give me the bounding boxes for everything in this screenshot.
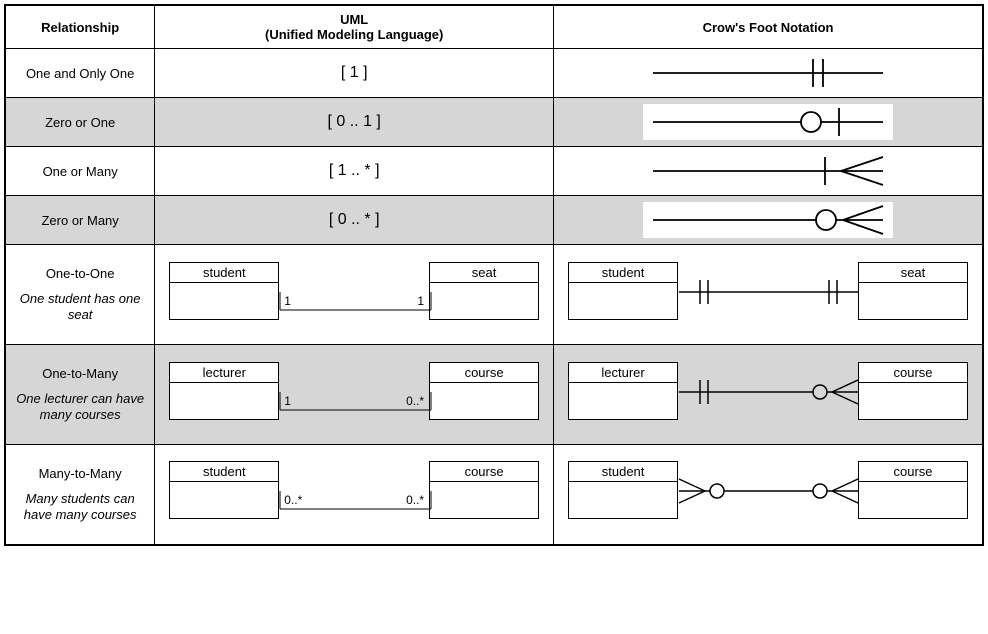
uml-card-right: 0..* bbox=[406, 394, 424, 408]
crowfoot-diagram: student course bbox=[554, 445, 983, 545]
header-crowfoot: Crow's Foot Notation bbox=[554, 5, 983, 49]
uml-diagram: student course 0..* 0..* bbox=[155, 445, 554, 545]
uml-card-left: 1 bbox=[284, 394, 291, 408]
row-one-to-one: One-to-One One student has one seat stud… bbox=[5, 245, 983, 345]
row-one-and-only-one: One and Only One [ 1 ] bbox=[5, 49, 983, 98]
uml-card-right: 0..* bbox=[406, 493, 424, 507]
notation-comparison-table: Relationship UML (Unified Modeling Langu… bbox=[4, 4, 984, 546]
row-one-to-many: One-to-Many One lecturer can have many c… bbox=[5, 345, 983, 445]
uml-notation: [ 1 .. * ] bbox=[155, 147, 554, 196]
cf-zero-or-one-icon bbox=[643, 104, 893, 140]
uml-association-icon bbox=[163, 252, 545, 338]
rel-name: Zero or One bbox=[5, 98, 155, 147]
rel-cell: Many-to-Many Many students can have many… bbox=[5, 445, 155, 545]
uml-notation: [ 0 .. * ] bbox=[155, 196, 554, 245]
row-one-or-many: One or Many [ 1 .. * ] bbox=[5, 147, 983, 196]
cf-one-or-many-icon bbox=[643, 153, 893, 189]
rel-name: One or Many bbox=[5, 147, 155, 196]
crowfoot-notation bbox=[554, 147, 983, 196]
uml-diagram: student seat 1 1 bbox=[155, 245, 554, 345]
crowfoot-notation bbox=[554, 196, 983, 245]
row-zero-or-many: Zero or Many [ 0 .. * ] bbox=[5, 196, 983, 245]
uml-association-icon bbox=[163, 451, 545, 537]
uml-association-icon bbox=[163, 352, 545, 438]
rel-name: One and Only One bbox=[5, 49, 155, 98]
rel-name: Zero or Many bbox=[5, 196, 155, 245]
header-uml: UML (Unified Modeling Language) bbox=[155, 5, 554, 49]
cf-zero-or-many-icon bbox=[643, 202, 893, 238]
crowfoot-diagram: student seat bbox=[554, 245, 983, 345]
uml-card-right: 1 bbox=[417, 294, 424, 308]
cf-one-and-only-one-icon bbox=[643, 55, 893, 91]
cf-association-icon bbox=[562, 352, 974, 438]
rel-cell: One-to-Many One lecturer can have many c… bbox=[5, 345, 155, 445]
crowfoot-notation bbox=[554, 49, 983, 98]
crowfoot-diagram: lecturer course bbox=[554, 345, 983, 445]
uml-notation: [ 1 ] bbox=[155, 49, 554, 98]
cf-association-icon bbox=[562, 451, 974, 537]
header-relationship: Relationship bbox=[5, 5, 155, 49]
uml-diagram: lecturer course 1 0..* bbox=[155, 345, 554, 445]
row-zero-or-one: Zero or One [ 0 .. 1 ] bbox=[5, 98, 983, 147]
uml-notation: [ 0 .. 1 ] bbox=[155, 98, 554, 147]
rel-cell: One-to-One One student has one seat bbox=[5, 245, 155, 345]
uml-card-left: 1 bbox=[284, 294, 291, 308]
crowfoot-notation bbox=[554, 98, 983, 147]
uml-card-left: 0..* bbox=[284, 493, 302, 507]
cf-association-icon bbox=[562, 252, 974, 338]
row-many-to-many: Many-to-Many Many students can have many… bbox=[5, 445, 983, 545]
